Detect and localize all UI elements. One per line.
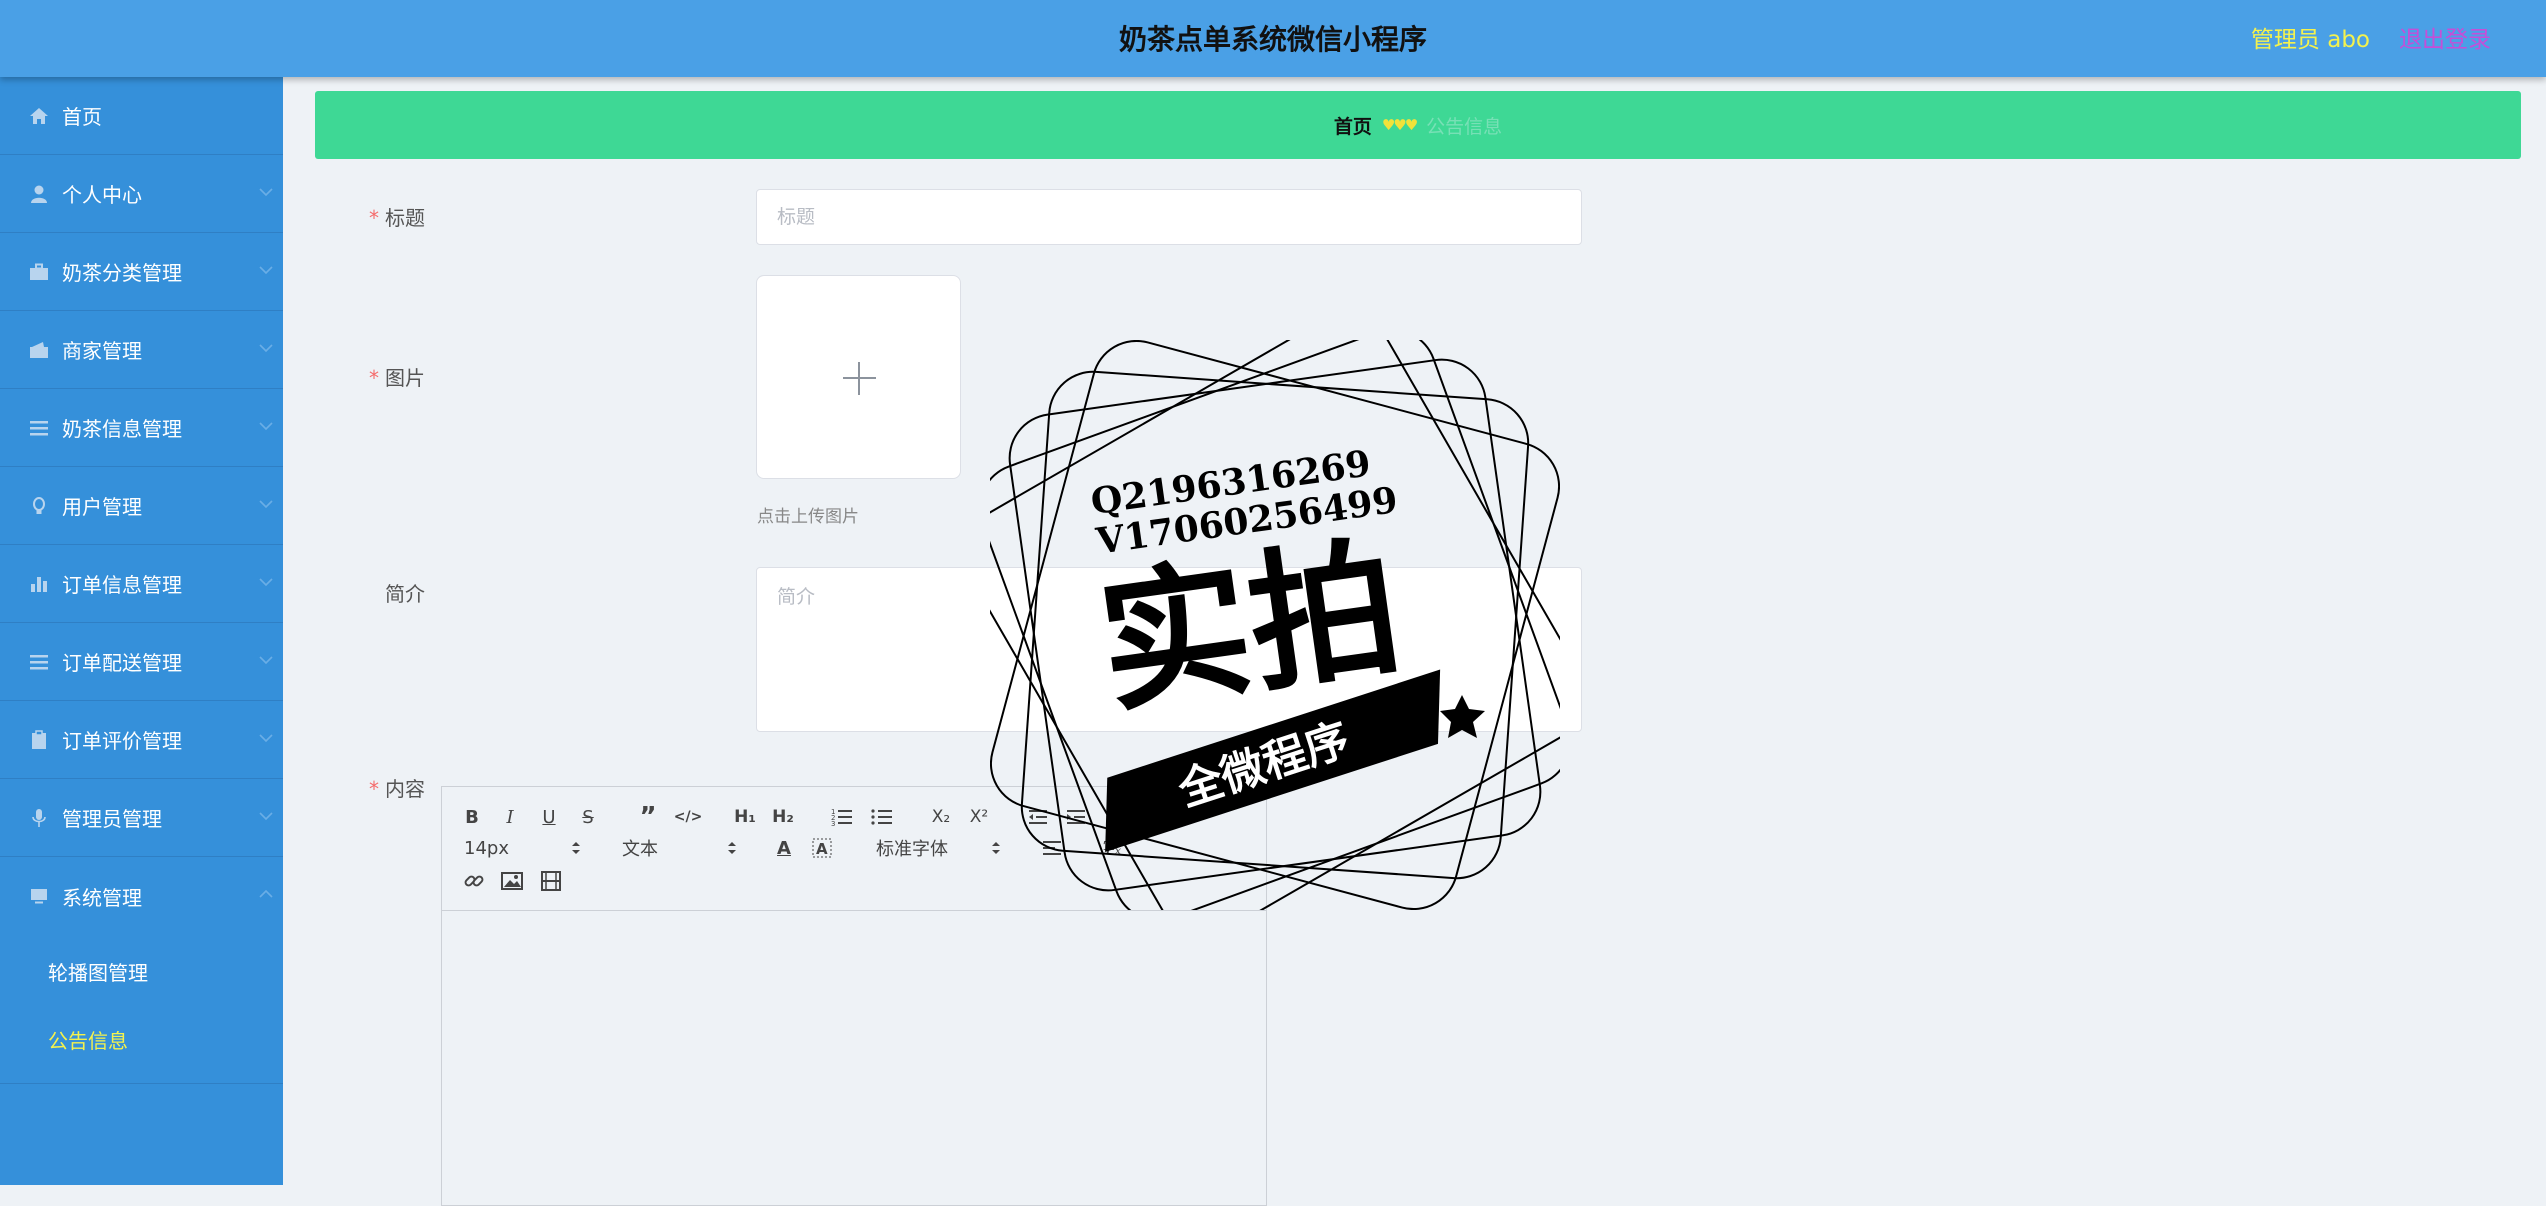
intro-textarea[interactable] [756,567,1582,732]
subscript-button[interactable]: X₂ [928,805,954,829]
chevron-down-icon [259,734,273,743]
wallet-icon [28,339,50,361]
bold-button[interactable]: B [462,805,482,829]
align-icon[interactable] [1040,837,1064,859]
content-label: * 内容 [369,777,425,801]
list-icon [28,651,50,673]
image-label: * 图片 [369,366,425,390]
logout-button[interactable]: 退出登录 [2399,20,2491,54]
sidebar-item-label: 管理员管理 [62,807,162,831]
svg-text:A: A [816,840,828,858]
list-icon [28,417,50,439]
briefcase-icon [28,261,50,283]
sidebar-item-label: 用户管理 [62,495,142,519]
sidebar-subitem-carousel[interactable]: 轮播图管理 [0,939,283,1007]
monitor-icon [28,885,50,907]
heading1-button[interactable]: H₁ [732,805,758,829]
chevron-down-icon [259,812,273,821]
sidebar-item-label: 订单配送管理 [62,651,182,675]
heart-separator-icon: ♥♥♥ [1381,116,1418,134]
link-icon[interactable] [462,869,486,893]
sidebar-subitem-notice[interactable]: 公告信息 [0,1007,283,1075]
sidebar-item-label: 系统管理 [62,885,142,910]
sidebar-item-label: 首页 [62,105,102,129]
chevron-down-icon [259,422,273,431]
image-icon[interactable] [500,869,524,893]
chevron-down-icon [259,656,273,665]
background-color-icon[interactable]: A [810,835,834,861]
superscript-button[interactable]: X² [966,805,992,829]
title-label: * 标题 [369,206,425,230]
top-header: 奶茶点单系统微信小程序 管理员 abo 退出登录 [0,0,2546,77]
italic-button[interactable]: I [500,805,520,829]
chevron-down-icon [259,578,273,587]
person-icon [28,183,50,205]
sidebar-item-orders[interactable]: 订单信息管理 [0,545,283,623]
sidebar-item-milktea[interactable]: 奶茶信息管理 [0,389,283,467]
sidebar-item-label: 奶茶分类管理 [62,261,182,285]
clear-format-button[interactable]: T̶ₓ [1100,835,1124,861]
text-type-select[interactable]: 文本 [622,835,742,861]
sidebar: 首页 个人中心 奶茶分类管理 商家管理 奶茶信息管理 用户管理 订单信息管理 订… [0,77,283,1185]
system-submenu: 轮播图管理 公告信息 [0,935,283,1084]
intro-label: 简介 [385,582,425,606]
sidebar-item-delivery[interactable]: 订单配送管理 [0,623,283,701]
sidebar-item-home[interactable]: 首页 [0,77,283,155]
video-icon[interactable] [539,869,563,893]
sidebar-item-merchant[interactable]: 商家管理 [0,311,283,389]
ordered-list-icon[interactable]: 123 [830,805,854,829]
sidebar-item-admins[interactable]: 管理员管理 [0,779,283,857]
font-color-button[interactable]: A [772,835,796,861]
chevron-down-icon [259,188,273,197]
sidebar-item-profile[interactable]: 个人中心 [0,155,283,233]
upload-hint: 点击上传图片 [757,507,859,527]
current-user: 管理员 abo [2250,27,2370,53]
svg-text:3: 3 [831,820,835,827]
sidebar-item-label: 奶茶信息管理 [62,417,182,441]
bulb-icon [28,495,50,517]
chevron-up-icon [259,889,273,898]
mic-icon [28,807,50,829]
bar-chart-icon [28,573,50,595]
image-upload[interactable] [756,275,961,479]
chevron-down-icon [259,344,273,353]
breadcrumb: 首页 ♥♥♥ 公告信息 [315,91,2521,159]
rich-text-editor: B I U S ” </> H₁ H₂ 123 X₂ X² 14px 文本 A [441,786,1267,1206]
sidebar-item-system[interactable]: 系统管理 [0,857,283,935]
strike-button[interactable]: S [578,805,598,829]
underline-button[interactable]: U [539,805,559,829]
app-title: 奶茶点单系统微信小程序 [1118,23,1427,56]
chevron-down-icon [259,266,273,275]
breadcrumb-current: 公告信息 [1426,115,1503,138]
sidebar-item-label: 个人中心 [62,183,142,207]
chevron-down-icon [259,500,273,509]
sidebar-item-users[interactable]: 用户管理 [0,467,283,545]
title-input[interactable] [756,189,1582,245]
font-family-select[interactable]: 标准字体 [876,835,1006,861]
blockquote-button[interactable]: ” [636,802,660,832]
breadcrumb-home[interactable]: 首页 [1334,112,1372,139]
sidebar-item-label: 订单信息管理 [62,573,182,597]
sidebar-item-label: 商家管理 [62,339,142,363]
sidebar-item-label: 订单评价管理 [62,729,182,753]
editor-toolbar: B I U S ” </> H₁ H₂ 123 X₂ X² 14px 文本 A [442,787,1266,911]
home-icon [28,105,50,127]
font-size-select[interactable]: 14px [464,835,584,861]
outdent-icon[interactable] [1026,805,1050,829]
indent-icon[interactable] [1064,805,1088,829]
sidebar-item-category[interactable]: 奶茶分类管理 [0,233,283,311]
clipboard-icon [28,729,50,751]
bullet-list-icon[interactable] [870,805,894,829]
heading2-button[interactable]: H₂ [770,805,796,829]
code-block-button[interactable]: </> [674,805,703,829]
sidebar-item-reviews[interactable]: 订单评价管理 [0,701,283,779]
